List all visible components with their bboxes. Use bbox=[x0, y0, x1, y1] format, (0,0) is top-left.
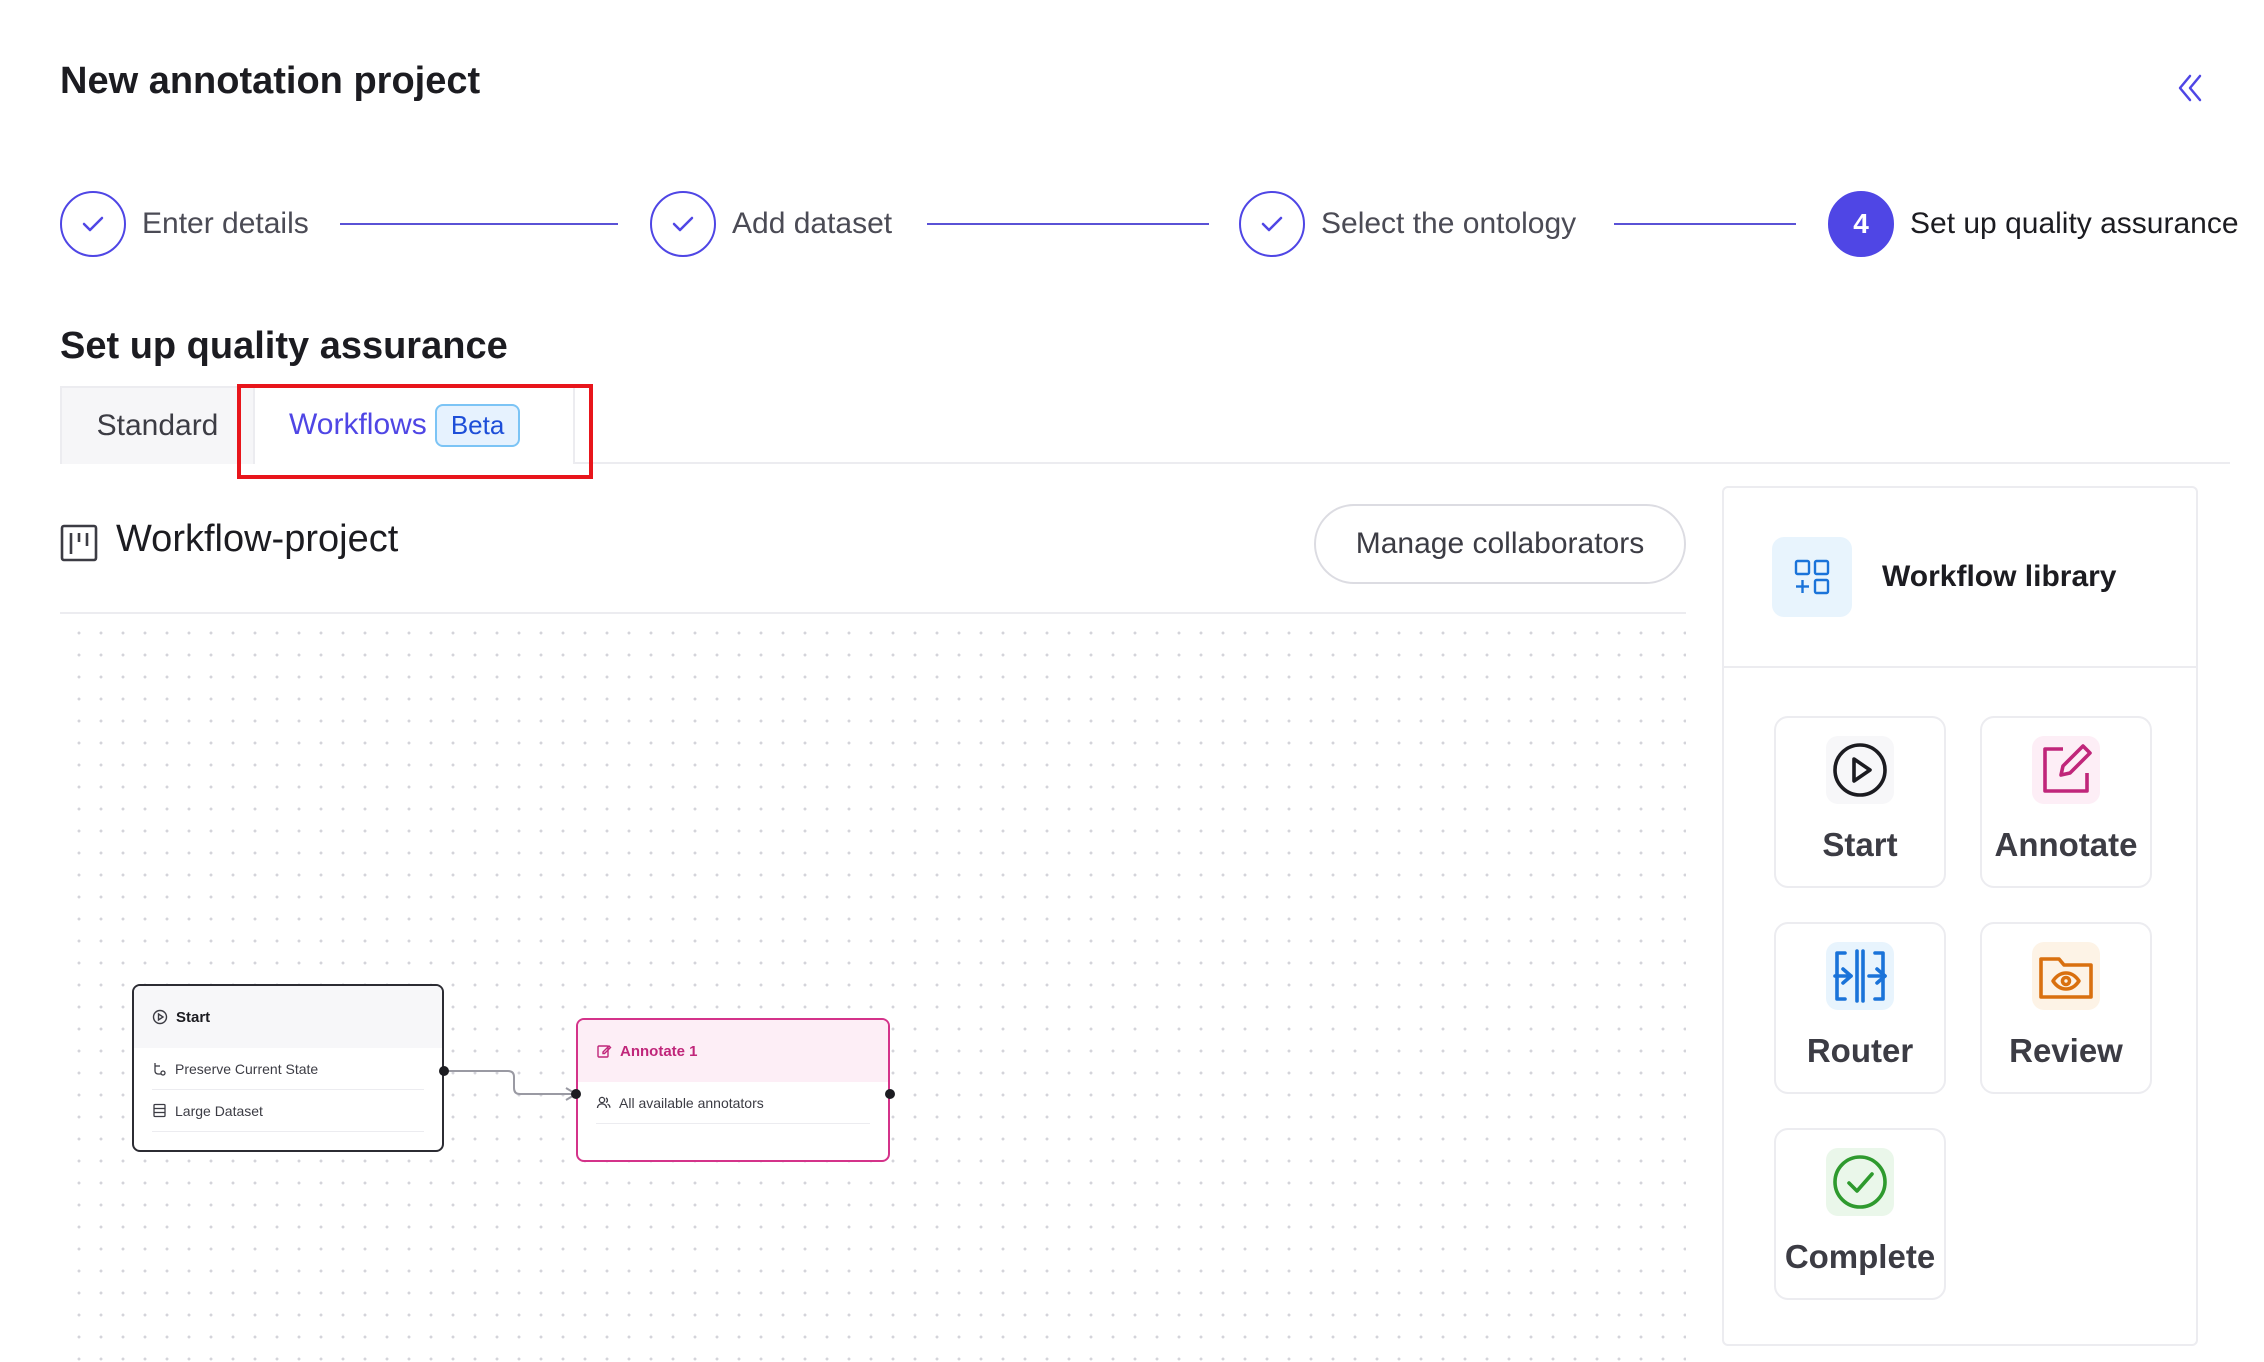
library-title: Workflow library bbox=[1882, 560, 2117, 593]
tab-workflows[interactable]: Workflows Beta bbox=[255, 386, 575, 464]
node-title: Annotate 1 bbox=[620, 1042, 698, 1060]
router-icon bbox=[1826, 942, 1894, 1010]
dataset-icon bbox=[153, 1103, 166, 1118]
workflow-library-panel: Workflow library Start Annotate Router R… bbox=[1722, 486, 2198, 1346]
library-header: Workflow library bbox=[1724, 488, 2196, 668]
tab-standard[interactable]: Standard bbox=[60, 386, 255, 464]
library-item-complete[interactable]: Complete bbox=[1774, 1128, 1946, 1300]
step-complete-circle bbox=[60, 191, 126, 257]
edit-icon bbox=[2032, 736, 2100, 804]
play-circle-icon bbox=[152, 1009, 168, 1025]
annotate-node-input-handle[interactable] bbox=[571, 1089, 581, 1099]
step-complete-circle bbox=[1239, 191, 1305, 257]
library-item-start[interactable]: Start bbox=[1774, 716, 1946, 888]
double-chevron-left-icon bbox=[2178, 74, 2202, 102]
start-node-output-handle[interactable] bbox=[439, 1066, 449, 1076]
step-quality-assurance[interactable]: 4 Set up quality assurance bbox=[1828, 190, 2239, 258]
node-title: Start bbox=[176, 1008, 211, 1026]
users-icon bbox=[596, 1096, 611, 1109]
library-item-review[interactable]: Review bbox=[1980, 922, 2152, 1094]
step-connector bbox=[927, 223, 1209, 225]
library-item-label: Complete bbox=[1784, 1238, 1936, 1275]
check-icon bbox=[672, 216, 694, 232]
node-row: All available annotators bbox=[596, 1082, 870, 1124]
manage-collaborators-button[interactable]: Manage collaborators bbox=[1314, 504, 1686, 584]
step-label: Enter details bbox=[142, 207, 309, 240]
step-connector bbox=[1614, 223, 1796, 225]
edit-icon bbox=[597, 1045, 612, 1058]
annotate-node-output-handle[interactable] bbox=[885, 1089, 895, 1099]
step-connector bbox=[340, 223, 618, 225]
step-select-ontology[interactable]: Select the ontology bbox=[1239, 190, 1576, 258]
step-complete-circle bbox=[650, 191, 716, 257]
annotate-node[interactable]: Annotate 1 All available annotators bbox=[576, 1018, 890, 1162]
beta-badge: Beta bbox=[434, 403, 521, 447]
library-item-label: Router bbox=[1806, 1032, 1914, 1069]
start-node[interactable]: Start Preserve Current State Large Datas… bbox=[132, 984, 444, 1152]
library-item-label: Annotate bbox=[1994, 826, 2138, 863]
check-icon bbox=[82, 216, 104, 232]
workflow-name: Workflow-project bbox=[116, 518, 399, 560]
workflow-board-icon bbox=[60, 524, 98, 562]
section-title: Set up quality assurance bbox=[60, 325, 508, 367]
review-folder-icon bbox=[2032, 942, 2100, 1010]
check-circle-icon bbox=[1826, 1148, 1894, 1216]
library-item-router[interactable]: Router bbox=[1774, 922, 1946, 1094]
step-label: Select the ontology bbox=[1321, 207, 1577, 240]
step-add-dataset[interactable]: Add dataset bbox=[650, 190, 892, 258]
play-circle-icon bbox=[1826, 736, 1894, 804]
step-label: Add dataset bbox=[732, 207, 893, 240]
step-active-circle: 4 bbox=[1828, 191, 1894, 257]
library-item-label: Start bbox=[1822, 826, 1898, 863]
step-label: Set up quality assurance bbox=[1910, 207, 2239, 240]
collapse-panel-button[interactable] bbox=[2170, 68, 2210, 108]
node-row: Large Dataset bbox=[152, 1090, 424, 1132]
check-icon bbox=[1261, 216, 1283, 232]
node-row: Preserve Current State bbox=[152, 1048, 424, 1090]
library-item-annotate[interactable]: Annotate bbox=[1980, 716, 2152, 888]
tab-label: Standard bbox=[96, 409, 219, 442]
tab-label: Workflows bbox=[289, 408, 427, 441]
progress-stepper: Enter details Add dataset Select the ont… bbox=[60, 190, 2239, 258]
branch-icon bbox=[154, 1063, 166, 1076]
page-title: New annotation project bbox=[60, 60, 481, 102]
library-grid-icon bbox=[1772, 537, 1852, 617]
qa-mode-tabs: Standard Workflows Beta bbox=[60, 386, 2230, 464]
library-item-label: Review bbox=[2009, 1032, 2123, 1069]
step-enter-details[interactable]: Enter details bbox=[60, 190, 309, 258]
